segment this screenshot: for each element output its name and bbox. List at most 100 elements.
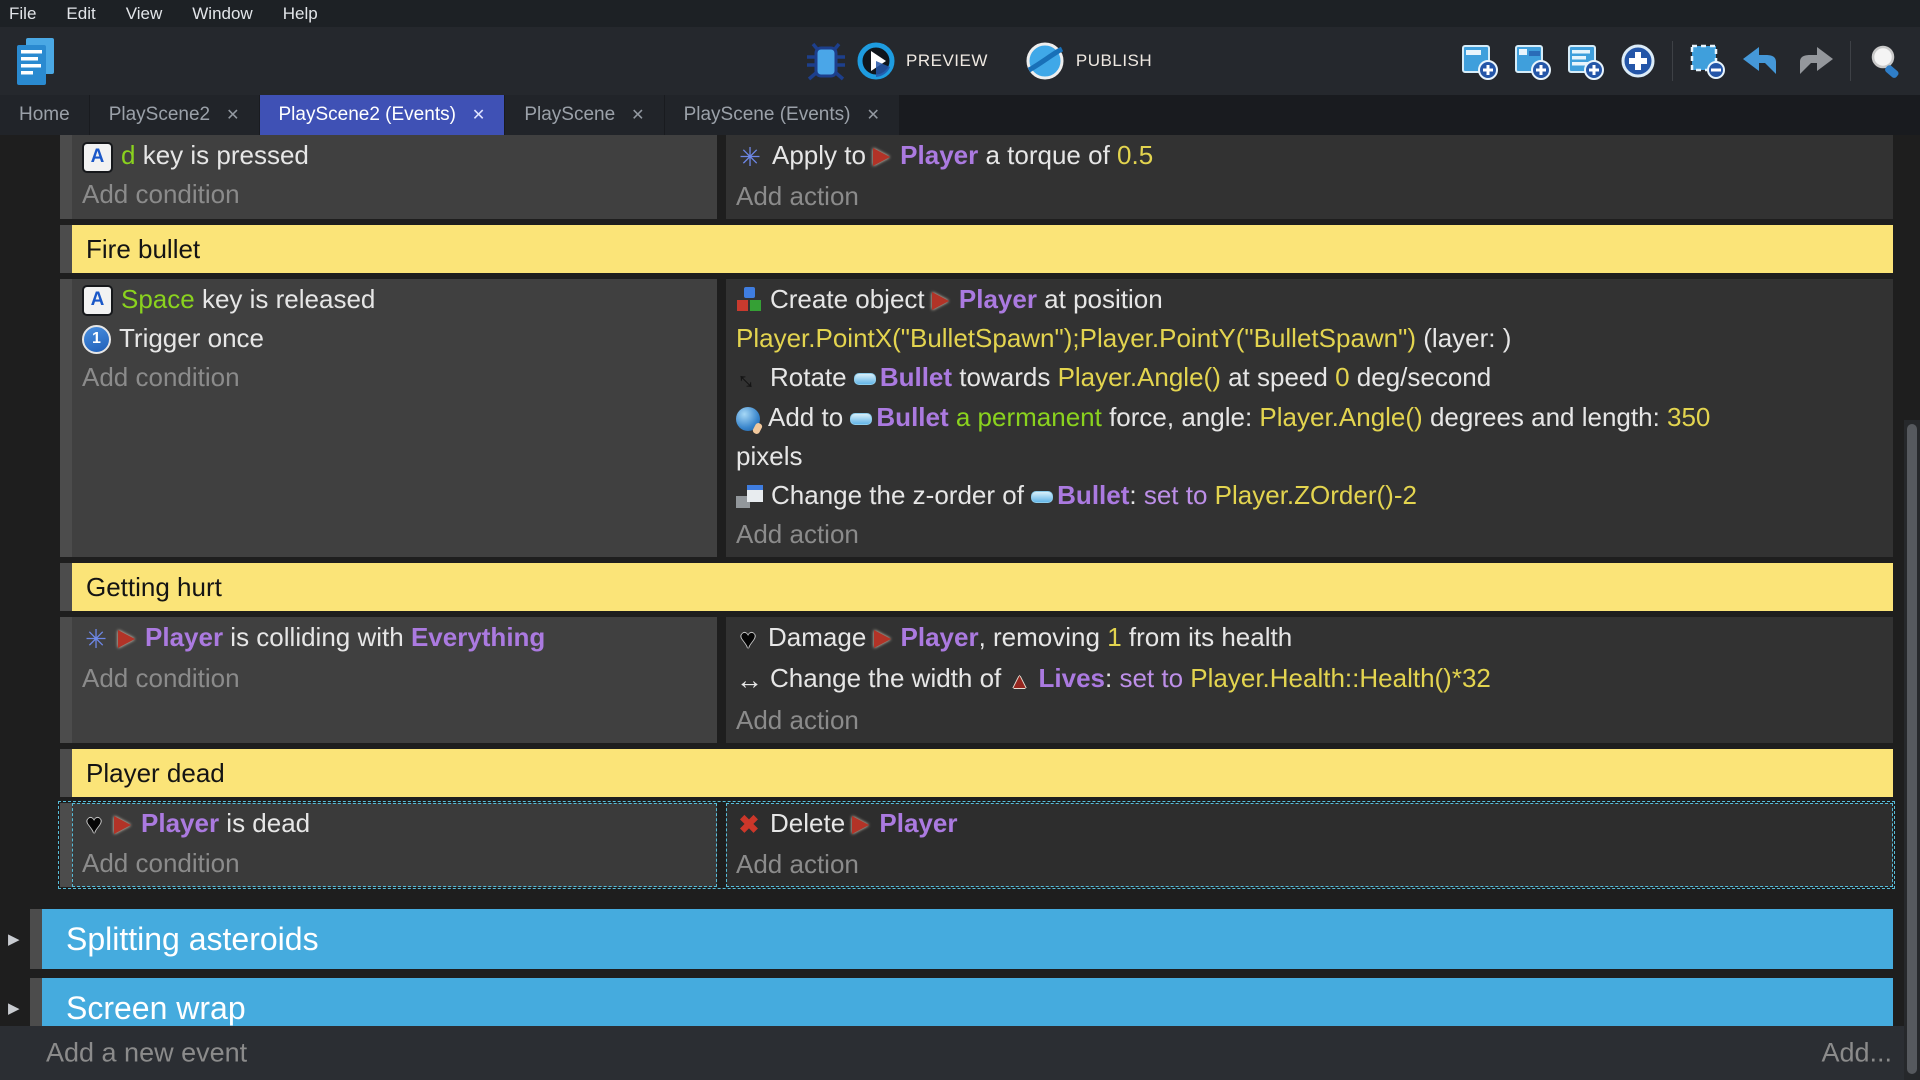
text-token: 0.5 bbox=[1117, 140, 1153, 170]
project-manager-button[interactable] bbox=[12, 36, 58, 93]
action-line[interactable]: Apply to Player a torque of 0.5 bbox=[726, 136, 1893, 177]
text-token: degrees and length: bbox=[1423, 402, 1667, 432]
action-line[interactable]: pixels bbox=[726, 437, 1893, 476]
add-condition-link[interactable]: Add condition bbox=[72, 844, 717, 883]
group-title[interactable]: Splitting asteroids bbox=[42, 909, 1893, 969]
text-token: : bbox=[1105, 663, 1119, 693]
publish-button[interactable] bbox=[1024, 40, 1066, 82]
add-event-button[interactable] bbox=[1461, 43, 1498, 80]
add-comment-button[interactable] bbox=[1567, 43, 1604, 80]
toolbar: PREVIEW PUBLISH bbox=[0, 27, 1920, 95]
event-drag-handle[interactable] bbox=[60, 749, 72, 797]
keyboard-icon bbox=[82, 142, 113, 173]
event-drag-handle[interactable] bbox=[60, 225, 72, 273]
scrollbar-thumb[interactable] bbox=[1907, 424, 1917, 1074]
close-icon[interactable]: ✕ bbox=[866, 105, 879, 125]
text-token: key is released bbox=[202, 284, 375, 314]
toolbar-separator bbox=[1672, 41, 1673, 81]
action-line[interactable]: Change the z-order of Bullet: set to Pla… bbox=[726, 476, 1893, 515]
add-action-link[interactable]: Add action bbox=[726, 177, 1893, 216]
event-drag-handle[interactable] bbox=[60, 803, 72, 887]
actions-cell: Delete PlayerAdd action bbox=[726, 803, 1893, 887]
comment-text[interactable]: Getting hurt bbox=[72, 563, 1893, 611]
tab-playscene2[interactable]: PlayScene2✕ bbox=[90, 95, 259, 135]
add-condition-link[interactable]: Add condition bbox=[72, 659, 717, 698]
add-action-link[interactable]: Add action bbox=[726, 701, 1893, 740]
event-drag-handle[interactable] bbox=[60, 135, 72, 219]
event-drag-handle[interactable] bbox=[60, 279, 72, 558]
add-new-event-type-button[interactable] bbox=[1620, 43, 1656, 79]
event-row: Player is deadAdd conditionDelete Player… bbox=[60, 803, 1893, 887]
publish-globe-icon bbox=[1024, 40, 1066, 82]
text-token: (layer: ) bbox=[1416, 323, 1511, 353]
close-icon[interactable]: ✕ bbox=[226, 105, 239, 125]
add-condition-link[interactable]: Add condition bbox=[72, 358, 717, 397]
publish-label[interactable]: PUBLISH bbox=[1076, 51, 1152, 71]
redo-button[interactable] bbox=[1796, 46, 1834, 76]
events-sheet: d key is pressedAdd conditionApply to Pl… bbox=[0, 135, 1920, 1080]
comment-text[interactable]: Player dead bbox=[72, 749, 1893, 797]
text-token: from its health bbox=[1122, 622, 1293, 652]
text-token: Player bbox=[879, 808, 957, 838]
action-line[interactable]: Add to Bullet a permanent force, angle: … bbox=[726, 398, 1893, 437]
collapse-arrow-icon[interactable]: ▶ bbox=[8, 930, 20, 948]
condition-line[interactable]: Trigger once bbox=[72, 319, 717, 358]
tab-label: PlayScene bbox=[524, 104, 615, 126]
physics-icon bbox=[82, 620, 110, 659]
add-event-icon bbox=[1461, 43, 1498, 80]
action-line[interactable]: Damage Player, removing 1 from its healt… bbox=[726, 618, 1893, 659]
search-button[interactable] bbox=[1867, 43, 1904, 80]
add-action-link[interactable]: Add action bbox=[726, 845, 1893, 884]
add-condition-link[interactable]: Add condition bbox=[72, 175, 717, 214]
tab-playscene2-events-[interactable]: PlayScene2 (Events)✕ bbox=[260, 95, 505, 135]
preview-label[interactable]: PREVIEW bbox=[906, 51, 988, 71]
lives-icon bbox=[1009, 660, 1031, 701]
text-token: Player bbox=[900, 140, 978, 170]
menu-item-window[interactable]: Window bbox=[177, 4, 267, 24]
add-subevent-button[interactable] bbox=[1514, 43, 1551, 80]
text-token: Player bbox=[959, 284, 1037, 314]
action-line[interactable]: Change the width of Lives: set to Player… bbox=[726, 659, 1893, 701]
undo-button[interactable] bbox=[1742, 46, 1780, 76]
bottom-bar: Add a new event Add... bbox=[0, 1026, 1920, 1080]
condition-line[interactable]: Space key is released bbox=[72, 280, 717, 319]
menu-item-file[interactable]: File bbox=[0, 4, 51, 24]
text-token: Player bbox=[145, 622, 223, 652]
action-line[interactable]: Delete Player bbox=[726, 804, 1893, 845]
comment-text[interactable]: Fire bullet bbox=[72, 225, 1893, 273]
event-drag-handle[interactable] bbox=[30, 909, 42, 969]
close-icon[interactable]: ✕ bbox=[631, 105, 644, 125]
add-new-event-link[interactable]: Add a new event bbox=[46, 1038, 247, 1069]
text-token: a permanent bbox=[956, 402, 1102, 432]
tab-home[interactable]: Home bbox=[0, 95, 89, 135]
menu-item-help[interactable]: Help bbox=[268, 4, 333, 24]
condition-line[interactable]: Player is dead bbox=[72, 804, 717, 845]
tab-playscene[interactable]: PlayScene ✕ bbox=[505, 95, 663, 135]
action-line[interactable]: Player.PointX("BulletSpawn");Player.Poin… bbox=[726, 319, 1893, 358]
action-line[interactable]: Rotate Bullet towards Player.Angle() at … bbox=[726, 358, 1893, 399]
debugger-button[interactable] bbox=[806, 40, 846, 82]
column-divider bbox=[717, 617, 726, 742]
condition-line[interactable]: Player is colliding with Everything bbox=[72, 618, 717, 659]
comment-event: Player dead bbox=[60, 749, 1893, 797]
add-button[interactable]: Add... bbox=[1821, 1038, 1892, 1069]
action-line[interactable]: Create object Player at position bbox=[726, 280, 1893, 319]
add-action-link[interactable]: Add action bbox=[726, 515, 1893, 554]
event-drag-handle[interactable] bbox=[60, 563, 72, 611]
text-token: Player.ZOrder()-2 bbox=[1215, 480, 1417, 510]
menu-item-edit[interactable]: Edit bbox=[51, 4, 110, 24]
add-circle-icon bbox=[1620, 43, 1656, 79]
tab-playscene-events-[interactable]: PlayScene (Events)✕ bbox=[665, 95, 899, 135]
text-token: 0 bbox=[1335, 362, 1349, 392]
condition-line[interactable]: d key is pressed bbox=[72, 136, 717, 175]
selection-button[interactable] bbox=[1689, 43, 1726, 80]
collapse-arrow-icon[interactable]: ▶ bbox=[8, 999, 20, 1017]
close-icon[interactable]: ✕ bbox=[472, 105, 485, 125]
player-icon bbox=[852, 816, 869, 834]
gdevelop-window: FileEditViewWindowHelp bbox=[0, 0, 1920, 1080]
preview-button[interactable] bbox=[856, 41, 896, 81]
menu-item-view[interactable]: View bbox=[111, 4, 178, 24]
toolbar-center: PREVIEW PUBLISH bbox=[806, 27, 1178, 95]
event-drag-handle[interactable] bbox=[60, 617, 72, 742]
text-token: is colliding with bbox=[223, 622, 411, 652]
